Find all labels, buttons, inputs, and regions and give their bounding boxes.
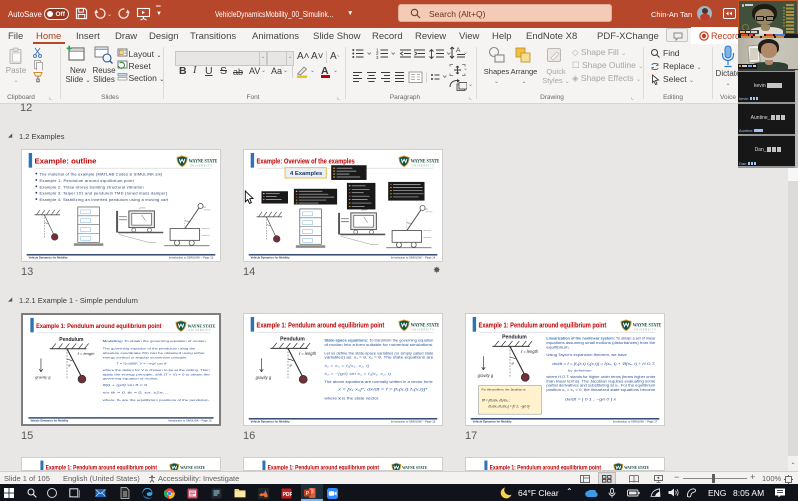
svg-text:The material of the example (M: The material of the example (MATLAB Code… (39, 172, 162, 177)
svg-text:Example 4: Stabilizing an inve: Example 4: Stabilizing an inverted pendu… (39, 197, 169, 202)
svg-text:ẋ₁ = x₂ = f₁(x₁, x₂, t): ẋ₁ = x₂ = f₁(x₁, x₂, t) (323, 364, 370, 368)
svg-text:Example 1: Pendulum around equ: Example 1: Pendulum around equilibrium p… (257, 322, 385, 329)
svg-text:Introduction to SIMULINK – P: Introduction to SIMULINK – Page 13 (169, 256, 214, 260)
svg-text:A: A (456, 47, 461, 54)
svg-text:partial derivatives and substi: partial derivatives and substituting at … (546, 384, 656, 388)
svg-text:Vehicle Dynamics for Mobility: Vehicle Dynamics for Mobility (29, 256, 68, 260)
svg-text:where H.O.T. stands for higher: where H.O.T. stands for higher order ter… (546, 375, 655, 379)
svg-text:PDF: PDF (283, 492, 292, 498)
svg-text:sin θₑ = 0, θₑ = 0, ±π, ±2π: sin θₑ = 0, θₑ = 0, ±π, ±2π, ... (103, 391, 171, 395)
svg-text:ẋ₂ = −(g/ℓ) sin x₁ = f₂(x₁, x₂: ẋ₂ = −(g/ℓ) sin x₁ = f₂(x₁, x₂, t) (323, 372, 391, 376)
svg-text:For this problem, the Jacobian: For this problem, the Jacobian is: (482, 388, 527, 392)
svg-text:variables) as: x₁ = θ, x₂ = θ̇: variables) as: x₁ = θ, x₂ = θ̇. The stat… (324, 356, 433, 360)
svg-text:Using Taylor's expansion theor: Using Taylor's expansion theorem, we hav… (546, 353, 627, 357)
svg-text:Modeling: To obtain the gover: Modeling: To obtain the governing equati… (103, 339, 207, 343)
svg-text:∂f₂/∂x₁ ∂f₂/∂x₂] = [0 1; −g/ℓ: ∂f₂/∂x₁ ∂f₂/∂x₂] = [0 1; −g/ℓ 0] (488, 404, 529, 408)
svg-text:Introduction to SIMULINK – P: Introduction to SIMULINK – Page 15 (168, 419, 212, 423)
svg-text:4 Examples: 4 Examples (290, 171, 323, 177)
svg-text:Example: outline: Example: outline (35, 156, 97, 165)
svg-text:Introduction to SIMULINK – P: Introduction to SIMULINK – Page 14 (391, 256, 436, 260)
svg-text:energy method or angular momen: energy method or angular momentum princi… (103, 355, 188, 359)
svg-text:than linear terms). The Jacob: than linear terms). The Jacobian require… (546, 379, 655, 383)
svg-text:∇f = [∂f₁/∂x₁ ∂f₁/∂x₂ ;: ∇f = [∂f₁/∂x₁ ∂f₁/∂x₂ ; (482, 398, 511, 402)
svg-text:Vehicle Dynamics for Mobility: Vehicle Dynamics for Mobility (251, 420, 290, 424)
svg-text:where, θₑ are the equilibrium: where, θₑ are the equilibrium positions … (103, 398, 210, 402)
svg-text:Example 3: Taipei 101 and pend: Example 3: Taipei 101 and pendulum TMD (… (39, 191, 167, 196)
svg-text:3: 3 (376, 55, 379, 60)
svg-text:dx/dt = [ 0 1 ; −g/ℓ 0 ] x: dx/dt = [ 0 1 ; −g/ℓ 0 ] x (565, 397, 617, 401)
svg-text:The above equations are normal: The above equations are normally written… (324, 380, 433, 384)
svg-text:equilibrium.: equilibrium. (546, 345, 570, 349)
svg-text:T = ½m(ℓθ̇)², V = −mgℓ cos θ: T = ½m(ℓθ̇)², V = −mgℓ cos θ (116, 362, 167, 366)
svg-text:position x₁ = x₂ = 0, the line: position x₁ = x₂ = 0, the linearized sta… (546, 388, 655, 392)
svg-text:Introduction to SIMULINK – P: Introduction to SIMULINK – Page 17 (613, 420, 658, 424)
svg-text:Example 1: Pendulum around equ: Example 1: Pendulum around equilibrium p… (36, 323, 162, 330)
svg-text:equations assuming small motio: equations assuming small motions (distur… (546, 341, 655, 345)
svg-text:x = [x₁ x₂]ᵀ, dx/dt = f =: x = [x₁ x₂]ᵀ, dx/dt = f = [f₁(x,t) f₂(x,… (336, 388, 429, 392)
svg-text:governing equation of motion,: governing equation of motion, (103, 377, 159, 381)
svg-text:where x is the state vector.: where x is the state vector. (324, 396, 379, 400)
svg-text:Introduction to SIMULINK – P: Introduction to SIMULINK – Page 16 (391, 420, 436, 424)
svg-text:dx/dt = f = [f₁(x,t) f₂(x,t)]: dx/dt = f = [f₁(x,t) f₂(x,t)] = f(xₑ, t)… (552, 362, 656, 366)
svg-text:Vehicle Dynamics for Mobility: Vehicle Dynamics for Mobility (30, 419, 68, 423)
svg-text:by definition: by definition (568, 368, 592, 372)
svg-text:State-space equations: To tra: State-space equations: To transform the … (324, 339, 433, 343)
svg-text:Vehicle Dynamics for Mobility: Vehicle Dynamics for Mobility (473, 420, 512, 424)
svg-text:Example 1: Pendulum around equ: Example 1: Pendulum around equilibrium p… (479, 322, 607, 329)
svg-text:Example: Overview of the examp: Example: Overview of the examples (257, 158, 355, 165)
svg-text:Linearization of the nonlinear: Linearization of the nonlinear system: T… (546, 337, 655, 341)
svg-text:Vehicle Dynamics for Mobility: Vehicle Dynamics for Mobility (251, 256, 290, 260)
svg-text:Let us define the state-space: Let us define the state-space variables … (324, 351, 433, 355)
svg-text:θ̈(t) + (g/ℓ) sin θ = 0: θ̈(t) + (g/ℓ) sin θ = 0 (103, 383, 148, 387)
svg-text:P: P (306, 491, 310, 497)
svg-text:of motion into a form suitable: of motion into a form suitable for numer… (324, 343, 433, 347)
svg-text:Example 2: Three-storey buildi: Example 2: Three-storey building structu… (39, 184, 143, 189)
svg-text:Example 1: Pendulum around equ: Example 1: Pendulum around equilibrium p… (39, 178, 134, 183)
